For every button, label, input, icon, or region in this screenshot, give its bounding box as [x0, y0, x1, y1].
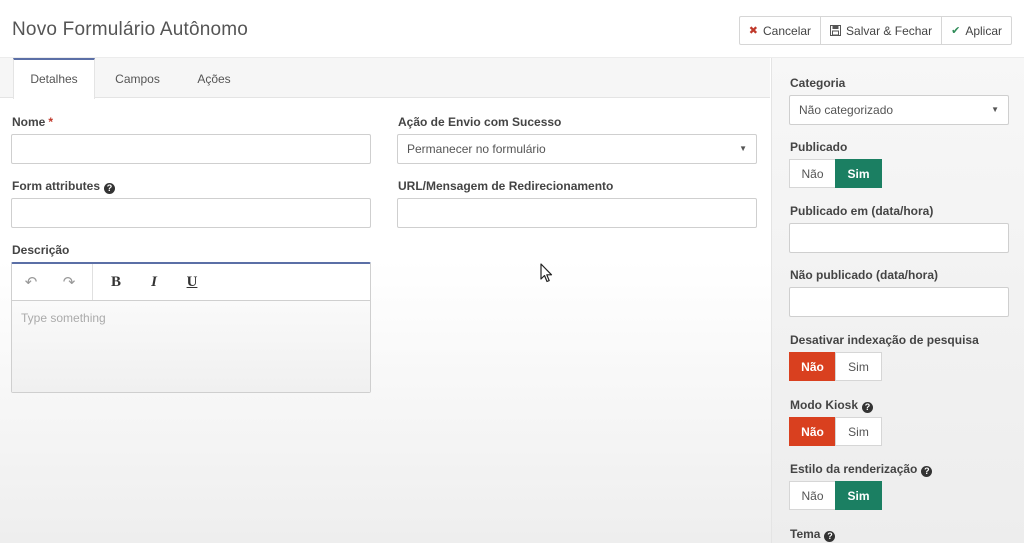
submit-action-label: Ação de Envio com Sucesso [398, 115, 562, 129]
editor-toolbar: ↶ ↷ B I U [12, 264, 370, 301]
category-label: Categoria [790, 76, 846, 90]
apply-button[interactable]: ✔ Aplicar [941, 16, 1012, 45]
check-icon: ✔ [951, 25, 961, 37]
category-value: Não categorizado [799, 103, 894, 117]
render-style-no-button[interactable]: Não [789, 481, 836, 510]
save-close-label: Salvar & Fechar [846, 23, 933, 38]
redirect-label: URL/Mensagem de Redirecionamento [398, 179, 614, 193]
page-header: Novo Formulário Autônomo ✖ Cancelar Salv… [0, 0, 1024, 58]
editor-placeholder: Type something [21, 311, 106, 325]
tab-bar: Detalhes Campos Ações [0, 58, 770, 99]
page-title: Novo Formulário Autônomo [12, 19, 249, 40]
no-index-yes-button[interactable]: Sim [835, 352, 882, 381]
publish-down-label: Não publicado (data/hora) [790, 268, 939, 282]
tab-acoes[interactable]: Ações [180, 58, 248, 98]
published-no-button[interactable]: Não [789, 159, 836, 188]
no-index-label: Desativar indexação de pesquisa [790, 333, 979, 347]
category-select[interactable]: Não categorizado ▼ [789, 95, 1009, 125]
kiosk-toggle: Não Sim [789, 417, 882, 446]
description-editor: ↶ ↷ B I U Type something [11, 262, 371, 393]
name-field[interactable] [11, 134, 371, 164]
kiosk-no-button[interactable]: Não [789, 417, 836, 446]
render-style-label-text: Estilo da renderização [790, 462, 918, 476]
cancel-button[interactable]: ✖ Cancelar [738, 16, 822, 45]
editor-content-area[interactable]: Type something [12, 301, 370, 392]
published-yes-button[interactable]: Sim [835, 159, 882, 188]
name-label: Nome * [12, 115, 53, 129]
no-index-no-button[interactable]: Não [789, 352, 836, 381]
help-icon[interactable]: ? [104, 183, 116, 194]
toolbar-divider [92, 264, 93, 300]
submit-action-value: Permanecer no formulário [407, 142, 546, 156]
form-attributes-label-text: Form attributes [12, 179, 101, 193]
save-close-button[interactable]: Salvar & Fechar [820, 16, 943, 45]
publish-up-field[interactable] [789, 223, 1009, 253]
cancel-label: Cancelar [763, 23, 812, 38]
description-label: Descrição [12, 243, 70, 257]
form-attributes-field[interactable] [11, 198, 371, 228]
sidebar-panel: Categoria Não categorizado ▼ Publicado N… [771, 58, 1024, 543]
caret-down-icon: ▼ [991, 105, 999, 114]
theme-label: Tema? [790, 527, 836, 542]
no-index-toggle: Não Sim [789, 352, 882, 381]
render-style-toggle: Não Sim [789, 481, 882, 510]
italic-button[interactable]: I [135, 264, 173, 300]
close-icon: ✖ [748, 25, 759, 37]
caret-down-icon: ▼ [739, 144, 747, 153]
required-mark: * [48, 115, 54, 129]
published-toggle: Não Sim [789, 159, 882, 188]
render-style-label: Estilo da renderização? [790, 462, 933, 477]
kiosk-label-text: Modo Kiosk [790, 398, 858, 412]
mouse-cursor-icon [540, 263, 553, 283]
publish-up-label: Publicado em (data/hora) [790, 204, 934, 218]
name-label-text: Nome [12, 115, 46, 129]
tab-campos[interactable]: Campos [100, 58, 175, 98]
apply-label: Aplicar [965, 23, 1002, 38]
save-icon [830, 25, 842, 36]
form-attributes-label: Form attributes? [12, 179, 116, 194]
redirect-field[interactable] [397, 198, 757, 228]
undo-icon[interactable]: ↶ [12, 264, 50, 300]
theme-label-text: Tema [790, 527, 821, 541]
published-label: Publicado [790, 140, 848, 154]
render-style-yes-button[interactable]: Sim [835, 481, 882, 510]
submit-action-select[interactable]: Permanecer no formulário ▼ [397, 134, 757, 164]
help-icon[interactable]: ? [921, 466, 933, 477]
bold-button[interactable]: B [97, 264, 135, 300]
toolbar: ✖ Cancelar Salvar & Fechar ✔ Aplicar [738, 16, 1012, 45]
tab-detalhes[interactable]: Detalhes [13, 58, 95, 99]
underline-button[interactable]: U [173, 264, 211, 300]
help-icon[interactable]: ? [862, 402, 873, 413]
kiosk-yes-button[interactable]: Sim [835, 417, 882, 446]
kiosk-label: Modo Kiosk? [790, 398, 873, 413]
help-icon[interactable]: ? [824, 531, 836, 542]
redo-icon[interactable]: ↷ [50, 264, 88, 300]
publish-down-field[interactable] [789, 287, 1009, 317]
